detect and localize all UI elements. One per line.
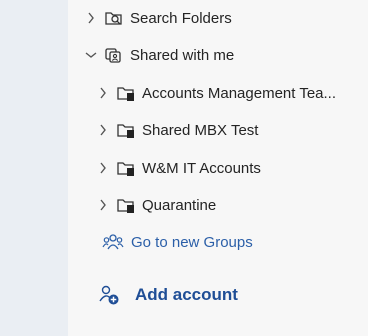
folder-item-shared[interactable]: W&M IT Accounts <box>68 153 368 183</box>
folder-item-search-folders[interactable]: Search Folders <box>68 3 368 33</box>
folder-pane: Search Folders Shared with me Accounts M… <box>68 0 368 336</box>
folder-label: W&M IT Accounts <box>142 160 261 177</box>
folder-label-shared-with-me: Shared with me <box>130 47 235 64</box>
shared-mailbox-folder-icon <box>116 84 136 102</box>
shared-mailbox-folder-icon <box>116 121 136 139</box>
folder-label: Accounts Management Tea... <box>142 85 337 102</box>
chevron-down-icon[interactable] <box>84 48 98 62</box>
search-folder-icon <box>104 9 124 27</box>
go-to-groups-link[interactable]: Go to new Groups <box>68 227 368 257</box>
groups-icon <box>102 232 124 250</box>
folder-item-shared-with-me[interactable]: Shared with me <box>68 40 368 70</box>
left-rail <box>0 0 68 336</box>
folder-label: Quarantine <box>142 197 217 214</box>
chevron-right-icon[interactable] <box>96 198 110 212</box>
chevron-right-icon[interactable] <box>84 11 98 25</box>
shared-mailbox-folder-icon <box>116 196 136 214</box>
chevron-right-icon[interactable] <box>96 123 110 137</box>
folder-item-shared[interactable]: Shared MBX Test <box>68 115 368 145</box>
shared-mailbox-folder-icon <box>116 159 136 177</box>
add-person-icon <box>98 284 120 306</box>
folder-label: Shared MBX Test <box>142 122 259 139</box>
folder-item-shared[interactable]: Quarantine <box>68 190 368 220</box>
shared-folder-icon <box>104 46 124 64</box>
add-account-label: Add account <box>135 285 238 304</box>
chevron-right-icon[interactable] <box>96 86 110 100</box>
go-to-groups-label: Go to new Groups <box>131 234 253 251</box>
folder-label-search-folders: Search Folders <box>130 10 232 27</box>
add-account-button[interactable]: Add account <box>68 278 368 310</box>
folder-item-shared[interactable]: Accounts Management Tea... <box>68 78 368 108</box>
chevron-right-icon[interactable] <box>96 161 110 175</box>
